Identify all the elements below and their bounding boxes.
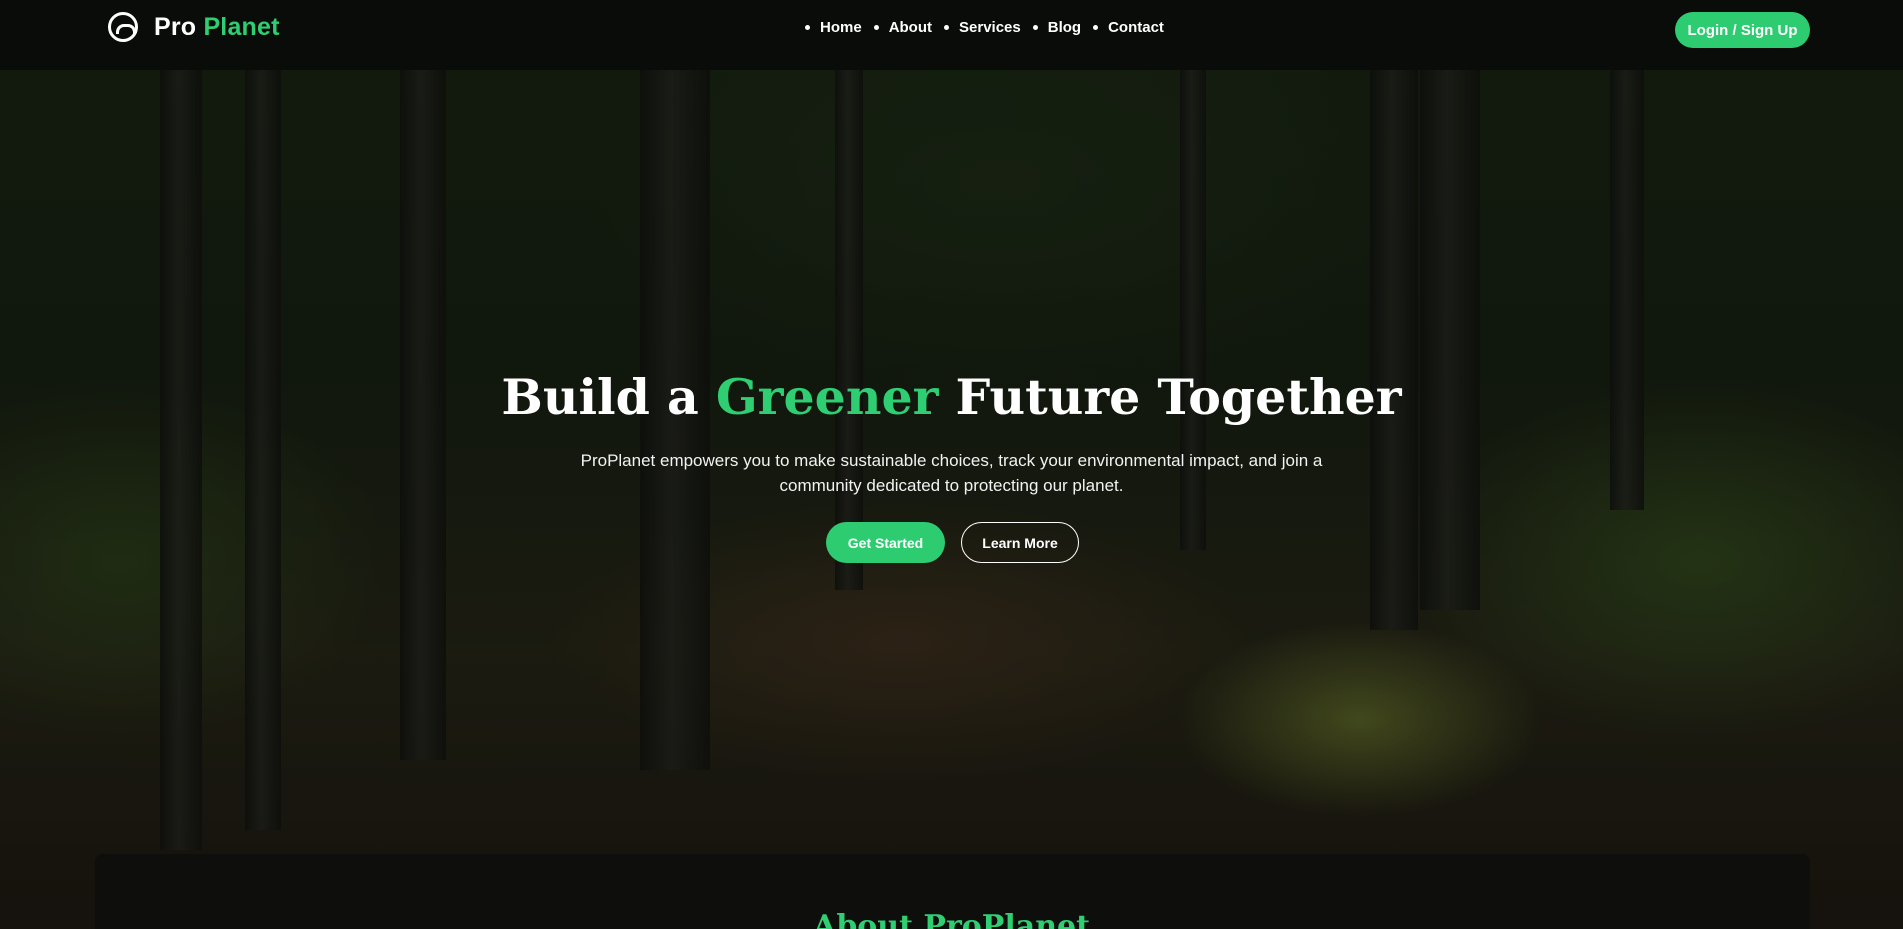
nav-link-services[interactable]: Services [959,19,1021,36]
hero-title-before: Build a [501,368,699,426]
hero-title: Build a Greener Future Together [0,368,1903,426]
bullet-dot-icon [1032,25,1038,30]
brand-name: Pro Planet [154,13,280,42]
nav-item-blog: Blog [1031,19,1091,36]
planet-logo-icon [108,12,138,42]
nav-link-contact[interactable]: Contact [1108,19,1164,36]
brand-logo[interactable]: Pro Planet [108,12,280,42]
site-header: Pro Planet Home About Services Blog Cont… [0,0,1903,70]
nav-item-contact: Contact [1091,19,1174,36]
brand-name-part2: Planet [203,12,280,41]
hero-title-accent: Greener [715,368,939,426]
get-started-button[interactable]: Get Started [826,522,945,563]
nav-link-blog[interactable]: Blog [1048,19,1081,36]
nav-item-services: Services [942,19,1031,36]
nav-link-about[interactable]: About [889,19,932,36]
main-nav: Home About Services Blog Contact [803,19,1174,36]
brand-name-part1: Pro [154,12,197,41]
bullet-dot-icon [944,25,950,30]
bullet-dot-icon [805,25,810,30]
nav-link-home[interactable]: Home [820,19,862,36]
hero-subtitle: ProPlanet empowers you to make sustainab… [580,451,1323,495]
bullet-dot-icon [873,25,879,30]
nav-item-about: About [872,19,942,36]
learn-more-button[interactable]: Learn More [961,522,1079,563]
bullet-dot-icon [1093,25,1099,30]
login-signup-button[interactable]: Login / Sign Up [1675,12,1810,48]
hero-title-after: Future Together [955,368,1402,426]
about-section-title: About ProPlanet [813,909,1090,929]
nav-item-home: Home [803,19,872,36]
